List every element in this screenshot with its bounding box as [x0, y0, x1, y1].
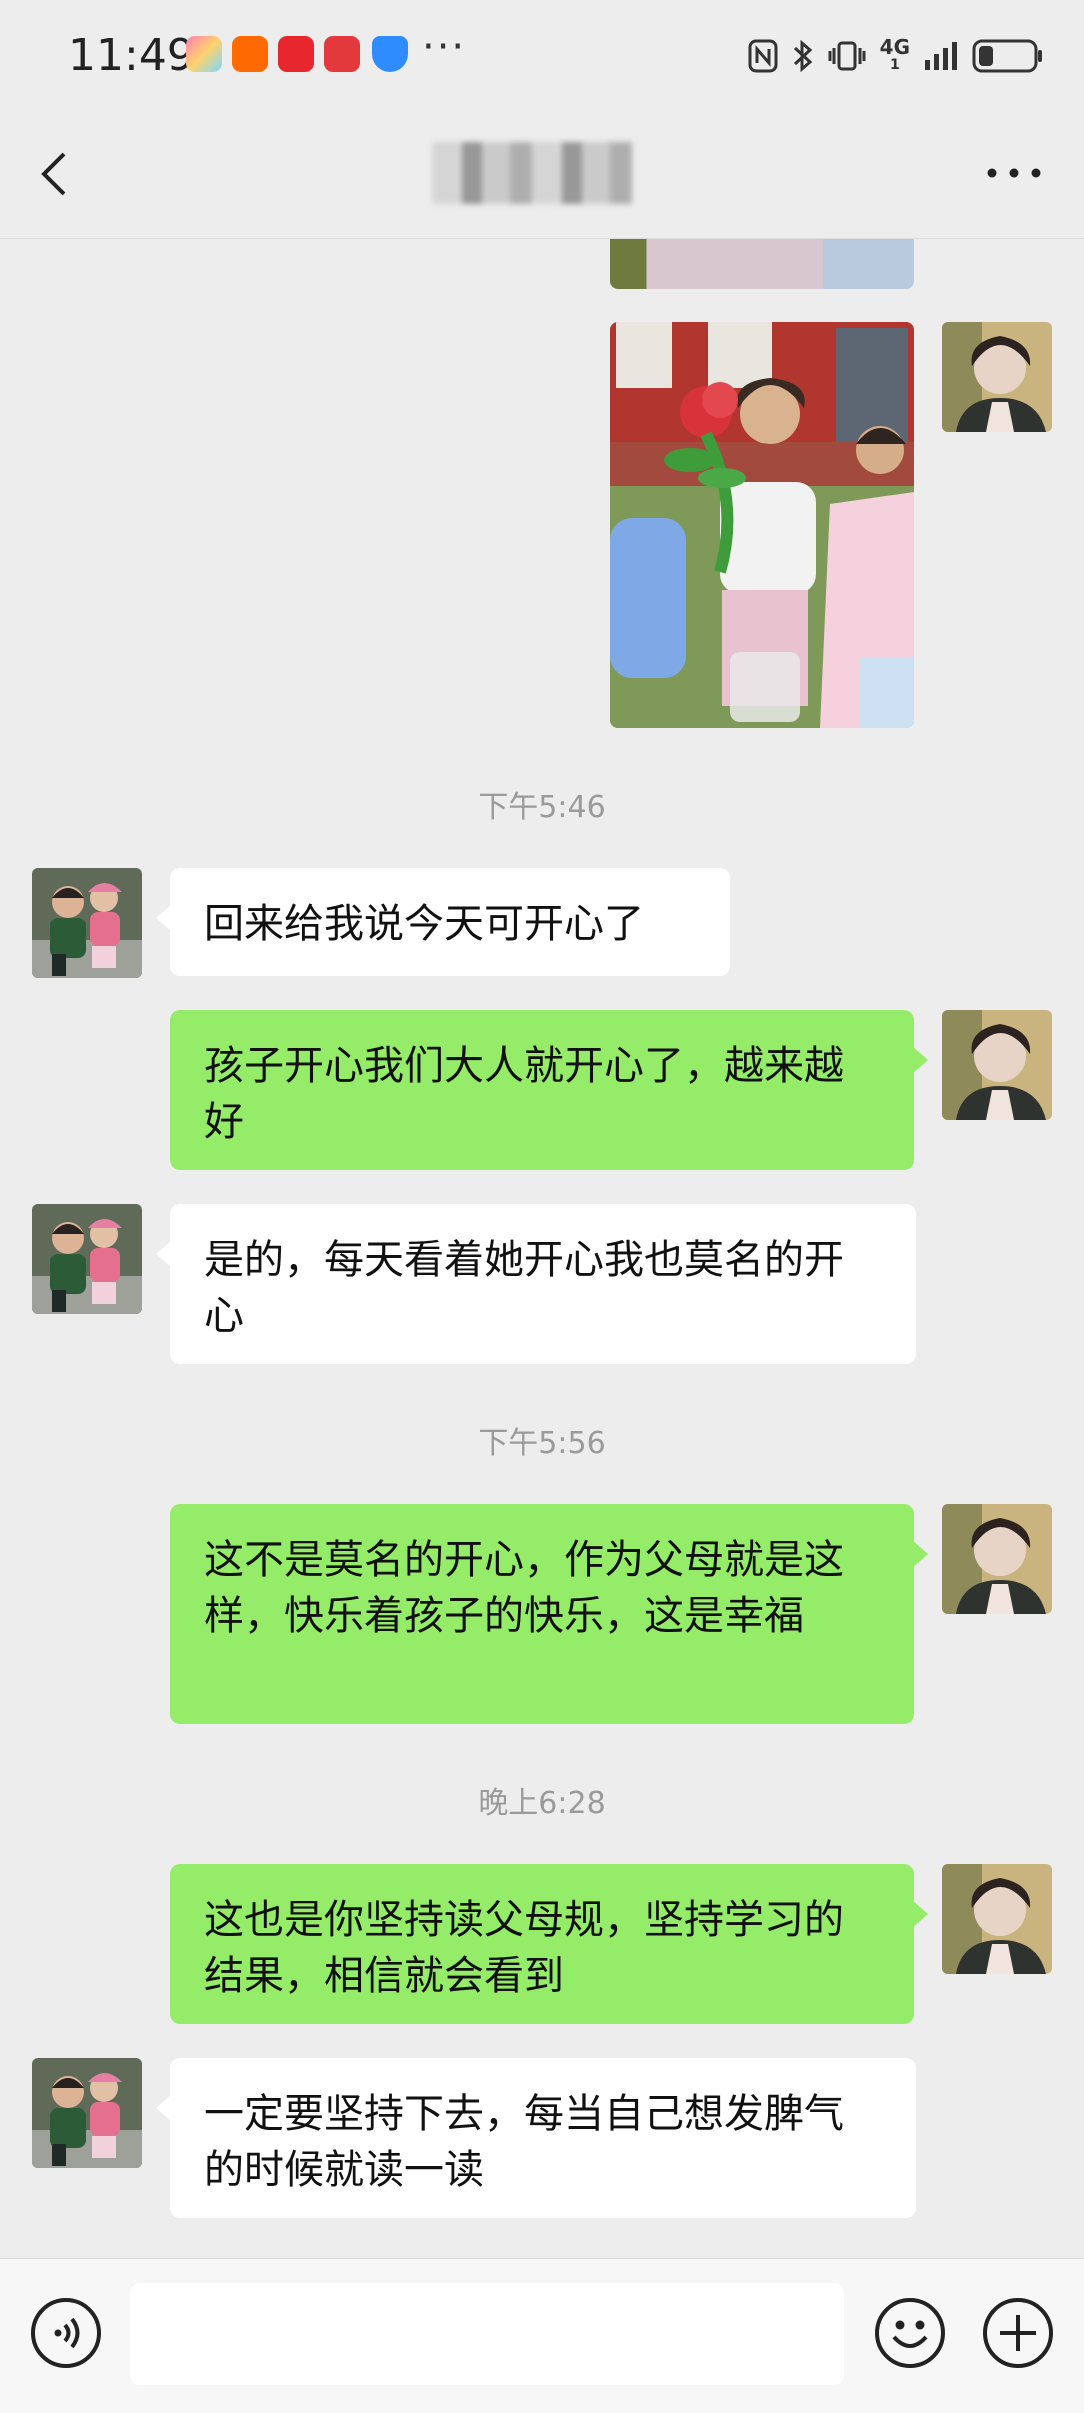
avatar-children-image	[32, 868, 142, 978]
my-avatar[interactable]	[942, 1010, 1052, 1120]
app-notification-icon	[186, 36, 222, 72]
chat-header	[0, 110, 1084, 239]
more-options-icon[interactable]	[984, 164, 1044, 182]
input-bar	[0, 2258, 1084, 2413]
taobao-notification-icon	[232, 36, 268, 72]
more-notifications-icon: ···	[422, 24, 467, 70]
my-avatar[interactable]	[942, 322, 1052, 432]
timestamp: 晚上6:28	[478, 1786, 606, 1821]
message-bubble-received[interactable]: 是的，每天看着她开心我也莫名的开心	[156, 1204, 916, 1364]
message-input[interactable]	[130, 2283, 844, 2385]
vibrate-icon	[828, 41, 866, 71]
emoji-icon[interactable]	[874, 2297, 946, 2369]
message-bubble-sent[interactable]: 孩子开心我们大人就开心了，越来越好	[170, 1010, 928, 1170]
contact-avatar[interactable]	[32, 1204, 142, 1314]
avatar-woman-image	[942, 1010, 1052, 1120]
photo-message-previous[interactable]	[610, 239, 914, 289]
battery-icon	[972, 39, 1042, 73]
back-arrow-icon[interactable]	[30, 146, 80, 202]
message-bubble-received[interactable]: 一定要坚持下去，每当自己想发脾气的时候就读一读	[156, 2058, 916, 2218]
photo-children-image	[610, 322, 914, 728]
avatar-woman-image	[942, 1864, 1052, 1974]
nfc-icon	[748, 39, 778, 73]
shield-notification-icon	[372, 36, 408, 72]
my-avatar[interactable]	[942, 1864, 1052, 1974]
my-avatar[interactable]	[942, 1504, 1052, 1614]
bluetooth-icon	[793, 39, 812, 73]
message-bubble-received[interactable]: 回来给我说今天可开心了	[156, 868, 730, 976]
timestamp: 下午5:46	[478, 790, 606, 825]
jd-notification-icon	[324, 36, 360, 72]
chat-title-redacted	[432, 142, 632, 204]
avatar-children-image	[32, 1204, 142, 1314]
contact-avatar[interactable]	[32, 868, 142, 978]
contact-avatar[interactable]	[32, 2058, 142, 2168]
message-bubble-sent[interactable]: 这不是莫名的开心，作为父母就是这样，快乐着孩子的快乐，这是幸福	[170, 1504, 928, 1724]
avatar-children-image	[32, 2058, 142, 2168]
signal-icon	[925, 42, 957, 70]
photo-message[interactable]	[610, 322, 914, 728]
avatar-woman-image	[942, 1504, 1052, 1614]
status-time: 11:49	[68, 30, 195, 81]
network-type-icon: 4G 1	[879, 35, 910, 73]
timestamp: 下午5:56	[478, 1426, 606, 1461]
add-more-icon[interactable]	[982, 2297, 1054, 2369]
huawei-mall-notification-icon	[278, 36, 314, 72]
status-bar: 11:49 ··· 4G 1	[0, 0, 1084, 110]
voice-input-icon[interactable]	[30, 2297, 102, 2369]
avatar-woman-image	[942, 322, 1052, 432]
message-bubble-sent[interactable]: 这也是你坚持读父母规，坚持学习的结果，相信就会看到	[170, 1864, 928, 2024]
